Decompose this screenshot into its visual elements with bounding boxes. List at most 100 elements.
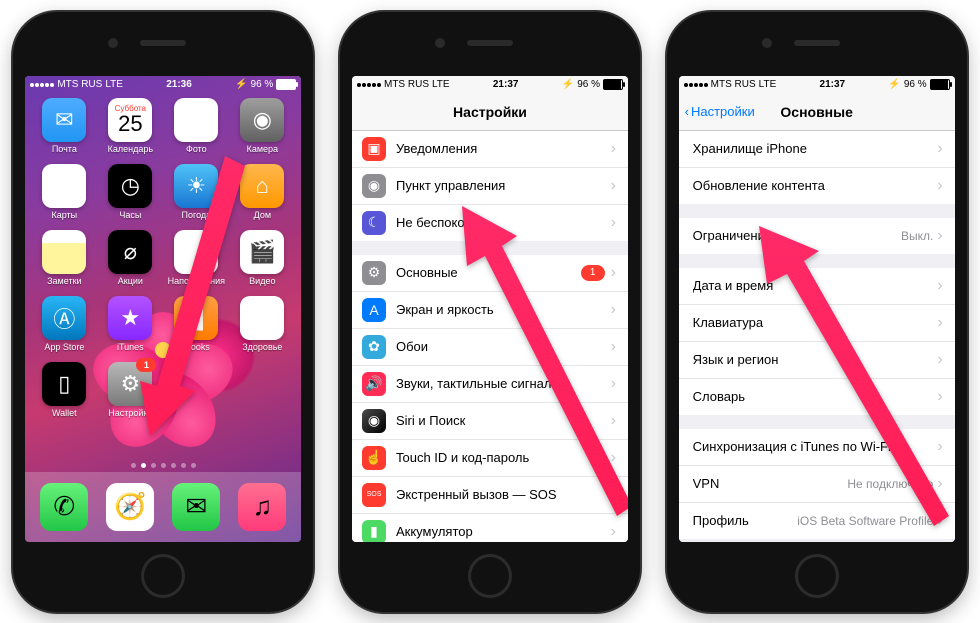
general-row[interactable]: ПрофильiOS Beta Software Profile› xyxy=(679,503,955,539)
app-Фото[interactable]: ✿Фото xyxy=(166,98,226,154)
app-Часы[interactable]: ◷Часы xyxy=(100,164,160,220)
chevron-right-icon: › xyxy=(611,449,616,467)
status-bar: MTS RUS LTE 21:37 ⚡ 96 % xyxy=(352,76,628,94)
phone-settings: MTS RUS LTE 21:37 ⚡ 96 % Настройки ▣Увед… xyxy=(340,12,640,612)
general-row[interactable]: Хранилище iPhone› xyxy=(679,131,955,168)
dock-app[interactable]: ✆ xyxy=(40,483,88,531)
chevron-right-icon: › xyxy=(937,475,942,493)
row-label: Аккумулятор xyxy=(396,524,611,539)
app-iTunes[interactable]: ★iTunes xyxy=(100,296,160,352)
home-button[interactable] xyxy=(795,554,839,598)
dock-app[interactable]: ♫ xyxy=(238,483,286,531)
app-App Store[interactable]: ⒶApp Store xyxy=(34,296,94,352)
chevron-right-icon: › xyxy=(611,140,616,158)
settings-row[interactable]: ☾Не беспокоить› xyxy=(352,205,628,241)
app-Видео[interactable]: 🎬Видео xyxy=(232,230,292,286)
settings-row[interactable]: ✿Обои› xyxy=(352,329,628,366)
chevron-left-icon: ‹ xyxy=(685,104,689,119)
row-icon: ▮ xyxy=(362,520,386,542)
settings-screen: MTS RUS LTE 21:37 ⚡ 96 % Настройки ▣Увед… xyxy=(352,76,628,542)
app-Камера[interactable]: ◉Камера xyxy=(232,98,292,154)
general-row[interactable]: Обновление контента› xyxy=(679,168,955,204)
app-Карты[interactable]: ➤Карты xyxy=(34,164,94,220)
app-Погода[interactable]: ☀Погода xyxy=(166,164,226,220)
general-row[interactable]: ОграниченияВыкл.› xyxy=(679,218,955,254)
app-Почта[interactable]: ✉Почта xyxy=(34,98,94,154)
app-label: Календарь xyxy=(108,144,153,154)
app-label: Видео xyxy=(249,276,275,286)
navbar-title: Настройки xyxy=(453,104,527,120)
row-label: Siri и Поиск xyxy=(396,413,611,428)
app-Календарь[interactable]: Суббота25Календарь xyxy=(100,98,160,154)
general-row[interactable]: Клавиатура› xyxy=(679,305,955,342)
app-label: Напоминания xyxy=(168,276,225,286)
carrier-label: MTS RUS xyxy=(57,79,102,90)
settings-row[interactable]: ▮Аккумулятор› xyxy=(352,514,628,542)
home-button[interactable] xyxy=(141,554,185,598)
settings-row[interactable]: ☝ Touch ID и код-пароль› xyxy=(352,440,628,477)
phone-speaker xyxy=(140,40,186,46)
general-row[interactable]: Словарь› xyxy=(679,379,955,415)
battery-pct: 96 % xyxy=(251,79,274,90)
navbar: ‹ Настройки Основные xyxy=(679,94,955,131)
app-icon: ≡ xyxy=(174,230,218,274)
app-Напоминания[interactable]: ≡ Напоминания xyxy=(166,230,226,286)
app-iBooks[interactable]: ▉iBooks xyxy=(166,296,226,352)
row-label: Хранилище iPhone xyxy=(693,141,938,156)
general-row[interactable]: Язык и регион› xyxy=(679,342,955,379)
row-value: Не подключено xyxy=(847,477,933,491)
app-icon: ▯ xyxy=(42,362,86,406)
row-icon: ◉ xyxy=(362,409,386,433)
home-button[interactable] xyxy=(468,554,512,598)
chevron-right-icon: › xyxy=(937,512,942,530)
status-time: 21:36 xyxy=(166,79,192,90)
settings-row[interactable]: 🔊Звуки, тактильные сигналы› xyxy=(352,366,628,403)
row-label: Touch ID и код-пароль xyxy=(396,450,611,465)
bt-icon: ⚡ xyxy=(235,79,247,90)
chevron-right-icon: › xyxy=(937,351,942,369)
row-label: Клавиатура xyxy=(693,315,938,330)
app-label: Почта xyxy=(52,144,77,154)
row-value: iOS Beta Software Profile xyxy=(797,514,933,528)
chevron-right-icon: › xyxy=(937,388,942,406)
chevron-right-icon: › xyxy=(611,264,616,282)
app-Заметки[interactable]: Заметки xyxy=(34,230,94,286)
settings-row[interactable]: ◉Пункт управления› xyxy=(352,168,628,205)
settings-row[interactable]: ◉Siri и Поиск› xyxy=(352,403,628,440)
page-dots[interactable] xyxy=(25,459,301,472)
app-label: iBooks xyxy=(183,342,210,352)
dock-app[interactable]: 🧭 xyxy=(106,483,154,531)
app-icon: ♥ xyxy=(240,296,284,340)
settings-row[interactable]: SOSЭкстренный вызов — SOS› xyxy=(352,477,628,514)
app-Акции[interactable]: ⌀Акции xyxy=(100,230,160,286)
settings-list[interactable]: ▣Уведомления›◉Пункт управления›☾Не беспо… xyxy=(352,131,628,542)
row-badge: 1 xyxy=(581,265,605,281)
status-time: 21:37 xyxy=(493,79,519,90)
app-label: Часы xyxy=(119,210,141,220)
row-icon: ☝ xyxy=(362,446,386,470)
general-row[interactable]: Синхронизация с iTunes по Wi-Fi› xyxy=(679,429,955,466)
settings-row[interactable]: ⚙Основные1› xyxy=(352,255,628,292)
row-icon: A xyxy=(362,298,386,322)
chevron-right-icon: › xyxy=(937,438,942,456)
row-label: Словарь xyxy=(693,389,938,404)
app-Здоровье[interactable]: ♥Здоровье xyxy=(232,296,292,352)
battery-icon xyxy=(276,79,296,90)
app-Wallet[interactable]: ▯Wallet xyxy=(34,362,94,418)
app-icon xyxy=(42,230,86,274)
general-row[interactable]: Дата и время› xyxy=(679,268,955,305)
app-Дом[interactable]: ⌂Дом xyxy=(232,164,292,220)
general-row[interactable]: VPNНе подключено › xyxy=(679,466,955,503)
general-list[interactable]: Хранилище iPhone›Обновление контента›Огр… xyxy=(679,131,955,542)
row-label: VPN xyxy=(693,476,848,491)
back-button[interactable]: ‹ Настройки xyxy=(685,104,755,119)
settings-row[interactable]: ▣Уведомления› xyxy=(352,131,628,168)
status-bar: MTS RUS LTE 21:36 ⚡ 96 % xyxy=(25,76,301,94)
chevron-right-icon: › xyxy=(611,177,616,195)
settings-row[interactable]: AЭкран и яркость› xyxy=(352,292,628,329)
phone-general: MTS RUS LTE 21:37 ⚡ 96 % ‹ Настройки Осн… xyxy=(667,12,967,612)
app-Настройки[interactable]: ⚙1Настройки xyxy=(100,362,160,418)
app-label: Акции xyxy=(118,276,143,286)
row-icon: 🔊 xyxy=(362,372,386,396)
dock-app[interactable]: ✉ xyxy=(172,483,220,531)
